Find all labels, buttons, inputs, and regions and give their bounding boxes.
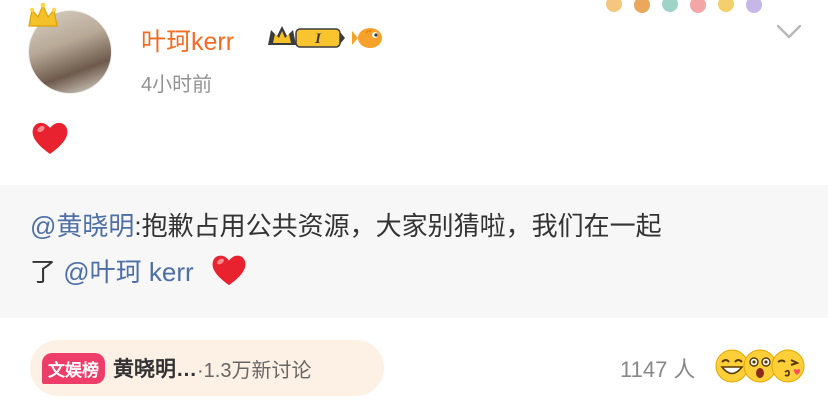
fish-badge-icon[interactable] — [352, 23, 386, 53]
user-name[interactable]: 叶珂kerr — [141, 22, 234, 58]
user-badges: I — [266, 22, 386, 54]
chevron-down-icon[interactable] — [774, 18, 804, 44]
topic-ranking-tag: 文娱榜 — [42, 352, 105, 384]
topic-title: 黄晓明… — [113, 358, 197, 381]
hot-topic-pill[interactable]: 文娱榜 黄晓明… ·1.3万新讨论 — [30, 340, 384, 396]
crown-icon — [28, 2, 58, 27]
post-time: 4小时前 — [141, 74, 213, 96]
topic-discussion-count: ·1.3万新讨论 — [197, 359, 312, 382]
post-header: 叶珂kerr I 4小时前 — [0, 0, 828, 110]
repost-body-tail: 了 — [30, 257, 57, 287]
vip-level-text: I — [314, 31, 322, 47]
kiss-emoji-icon — [771, 349, 805, 383]
heart-emoji-icon — [212, 255, 246, 286]
repost-text: @黄晓明:抱歉占用公共资源，大家别猜啦，我们在一起 了 @叶珂 kerr — [30, 203, 800, 295]
reaction-count[interactable]: 1147 人 — [620, 352, 695, 384]
heart-emoji-icon — [32, 122, 68, 154]
mention-target-link[interactable]: @叶珂 kerr — [63, 257, 193, 287]
vip-badge-icon[interactable]: I — [266, 23, 346, 53]
repost-body: :抱歉占用公共资源，大家别猜啦，我们在一起 — [134, 211, 662, 241]
reaction-emoji-group[interactable] — [714, 348, 805, 384]
avatar-container[interactable] — [28, 2, 112, 94]
decorative-sticker-strip — [606, 0, 762, 13]
repost-box[interactable]: @黄晓明:抱歉占用公共资源，大家别猜啦，我们在一起 了 @叶珂 kerr — [0, 185, 828, 318]
mention-author-link[interactable]: @黄晓明 — [30, 211, 134, 241]
